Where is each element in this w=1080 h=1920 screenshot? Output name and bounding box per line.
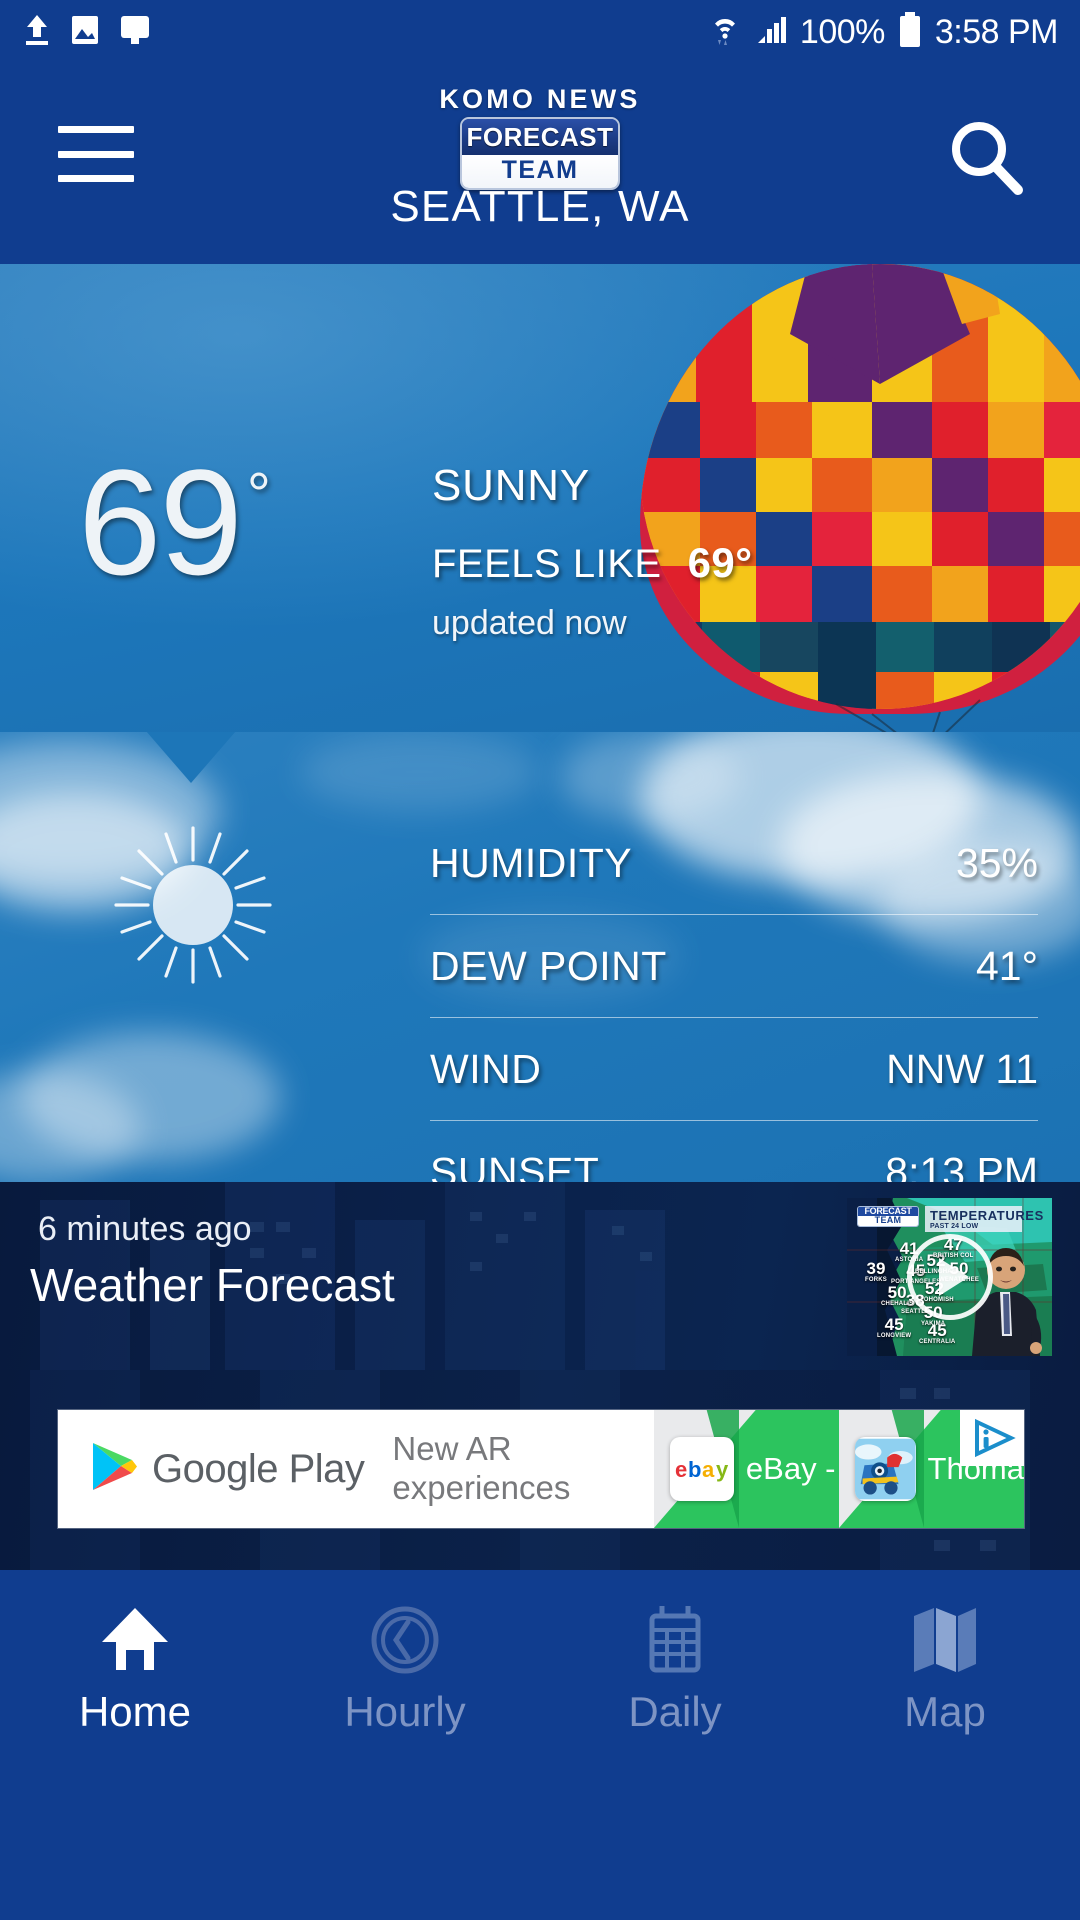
thomas-train-app-icon — [854, 1437, 916, 1501]
ad-app-tile[interactable]: e b a y eBay - — [653, 1410, 839, 1528]
current-conditions-hero[interactable]: 69 ° SUNNY FEELS LIKE 69° updated now — [0, 264, 1080, 732]
cellular-signal-icon — [754, 13, 788, 52]
brand-name-label: KOMO NEWS — [439, 84, 641, 114]
status-bar: 100% 3:58 PM — [0, 0, 1080, 64]
feels-like-value: 69° — [687, 539, 753, 586]
hot-air-balloon-image — [640, 264, 1080, 732]
ad-banner-left[interactable]: Google Play New AR experiences — [58, 1410, 654, 1528]
updated-label: updated now — [432, 604, 627, 642]
map-temp-reading: 45 CENTRALIA — [919, 1322, 955, 1345]
clock-icon — [366, 1602, 444, 1676]
upload-icon — [22, 13, 52, 52]
sun-icon — [108, 820, 278, 990]
nav-label: Hourly — [344, 1688, 466, 1735]
thumbnail-subhead-text: PAST 24 LOW — [930, 1223, 979, 1230]
svg-text:b: b — [688, 1457, 701, 1482]
details-rows: HUMIDITY 35% DEW POINT 41° WIND NNW 11 S… — [430, 812, 1038, 1182]
battery-percent-label: 100% — [799, 12, 885, 51]
cast-screen-icon — [118, 13, 152, 52]
map-icon — [906, 1602, 984, 1676]
current-temperature: 69 ° — [78, 447, 271, 597]
svg-text:e: e — [675, 1457, 687, 1482]
detail-label: SUNSET — [430, 1149, 600, 1182]
play-button-icon[interactable] — [906, 1234, 993, 1320]
thumbnail-headline-text: TEMPERATURES — [930, 1208, 1044, 1223]
map-temp-reading: 39 FORKS — [865, 1260, 887, 1283]
detail-value: NNW 11 — [886, 1045, 1038, 1092]
clock-label: 3:58 PM — [934, 12, 1059, 51]
condition-label: SUNNY — [432, 461, 591, 510]
feels-like-row: FEELS LIKE 69° — [432, 539, 753, 587]
ad-copy-line-1: New AR — [392, 1430, 512, 1468]
search-icon[interactable] — [942, 114, 1032, 204]
battery-icon — [897, 11, 923, 54]
detail-row-sunset: SUNSET 8:13 PM — [430, 1121, 1038, 1182]
detail-value: 35% — [955, 839, 1038, 886]
status-bar-left-icons — [22, 13, 152, 52]
svg-text:a: a — [702, 1457, 715, 1482]
map-temp-place: LONGVIEW — [877, 1333, 912, 1339]
brand-logo: KOMO NEWS FORECAST TEAM — [0, 86, 1080, 190]
ad-banner[interactable]: Google Play New AR experiences e b a y e… — [58, 1410, 1024, 1528]
nav-item-map[interactable]: Map — [810, 1570, 1080, 1920]
bottom-navigation-bar: Home Hourly Daily Map — [0, 1570, 1080, 1920]
forecast-team-badge: FORECAST TEAM — [460, 117, 620, 190]
map-temp-place: CHEHALIS — [881, 1301, 914, 1307]
feels-like-label: FEELS LIKE — [432, 542, 662, 586]
ad-copy-line-2: experiences — [392, 1469, 571, 1506]
detail-label: WIND — [430, 1045, 542, 1092]
google-play-triangle-icon — [88, 1440, 138, 1499]
detail-row-humidity: HUMIDITY 35% — [430, 812, 1038, 915]
home-icon — [96, 1602, 174, 1676]
ad-app-tiles[interactable]: e b a y eBay - Thoma — [653, 1410, 1024, 1528]
nav-item-hourly[interactable]: Hourly — [270, 1570, 540, 1920]
map-temp-value: 45 — [927, 1321, 947, 1340]
ebay-app-icon: e b a y — [669, 1437, 734, 1501]
video-thumbnail[interactable]: FORECAST TEAM TEMPERATURES PAST 24 LOW 3… — [847, 1198, 1052, 1356]
ad-copy: New AR experiences — [392, 1430, 570, 1507]
nav-item-home[interactable]: Home — [0, 1570, 270, 1920]
team-label: TEAM — [501, 156, 579, 184]
detail-row-dew-point: DEW POINT 41° — [430, 915, 1038, 1018]
google-play-branding: Google Play — [88, 1440, 365, 1499]
google-play-label: Google Play — [152, 1446, 365, 1491]
map-temp-reading: 45 LONGVIEW — [877, 1316, 911, 1339]
ad-app-name: eBay - — [745, 1451, 836, 1486]
thumbnail-logo-team: TEAM — [858, 1215, 918, 1226]
map-temp-place: CENTRALIA — [919, 1339, 956, 1345]
news-timestamp: 6 minutes ago — [38, 1210, 252, 1248]
nav-item-daily[interactable]: Daily — [540, 1570, 810, 1920]
calendar-icon — [636, 1602, 714, 1676]
degree-symbol: ° — [246, 461, 271, 528]
detail-value: 41° — [975, 942, 1038, 989]
svg-text:y: y — [716, 1457, 729, 1482]
detail-row-wind: WIND NNW 11 — [430, 1018, 1038, 1121]
app-screen: 100% 3:58 PM KOMO NEWS FORECAST TEAM SEA… — [0, 0, 1080, 1920]
image-icon — [70, 13, 100, 52]
location-label[interactable]: SEATTLE, WA — [0, 182, 1080, 232]
app-header: KOMO NEWS FORECAST TEAM SEATTLE, WA — [0, 64, 1080, 264]
news-video-card[interactable]: 6 minutes ago Weather Forecast FORECAST … — [0, 1182, 1080, 1370]
weather-details-panel: HUMIDITY 35% DEW POINT 41° WIND NNW 11 S… — [0, 732, 1080, 1182]
detail-label: HUMIDITY — [430, 839, 633, 886]
nav-label: Home — [78, 1688, 192, 1735]
nav-label: Map — [904, 1688, 986, 1735]
status-bar-right-icons: 100% 3:58 PM — [708, 9, 1059, 56]
thumbnail-forecast-logo: FORECAST TEAM — [857, 1206, 919, 1227]
wifi-icon — [708, 9, 742, 56]
news-title[interactable]: Weather Forecast — [30, 1258, 395, 1312]
forecast-label: FORECAST — [466, 122, 614, 152]
advertisement-zone[interactable]: Google Play New AR experiences e b a y e… — [0, 1370, 1080, 1570]
nav-label: Daily — [628, 1688, 722, 1735]
map-temp-place: FORKS — [865, 1277, 887, 1283]
map-temp-value: 39 — [866, 1259, 886, 1278]
detail-value: 8:13 PM — [885, 1149, 1038, 1182]
thumbnail-headline: TEMPERATURES PAST 24 LOW — [925, 1206, 1043, 1232]
forecast-badge-top: FORECAST — [462, 119, 618, 155]
map-temp-value: 45 — [884, 1315, 904, 1334]
adchoices-icon[interactable] — [960, 1410, 1024, 1466]
temperature-value: 69 — [78, 438, 243, 606]
detail-label: DEW POINT — [430, 942, 667, 989]
